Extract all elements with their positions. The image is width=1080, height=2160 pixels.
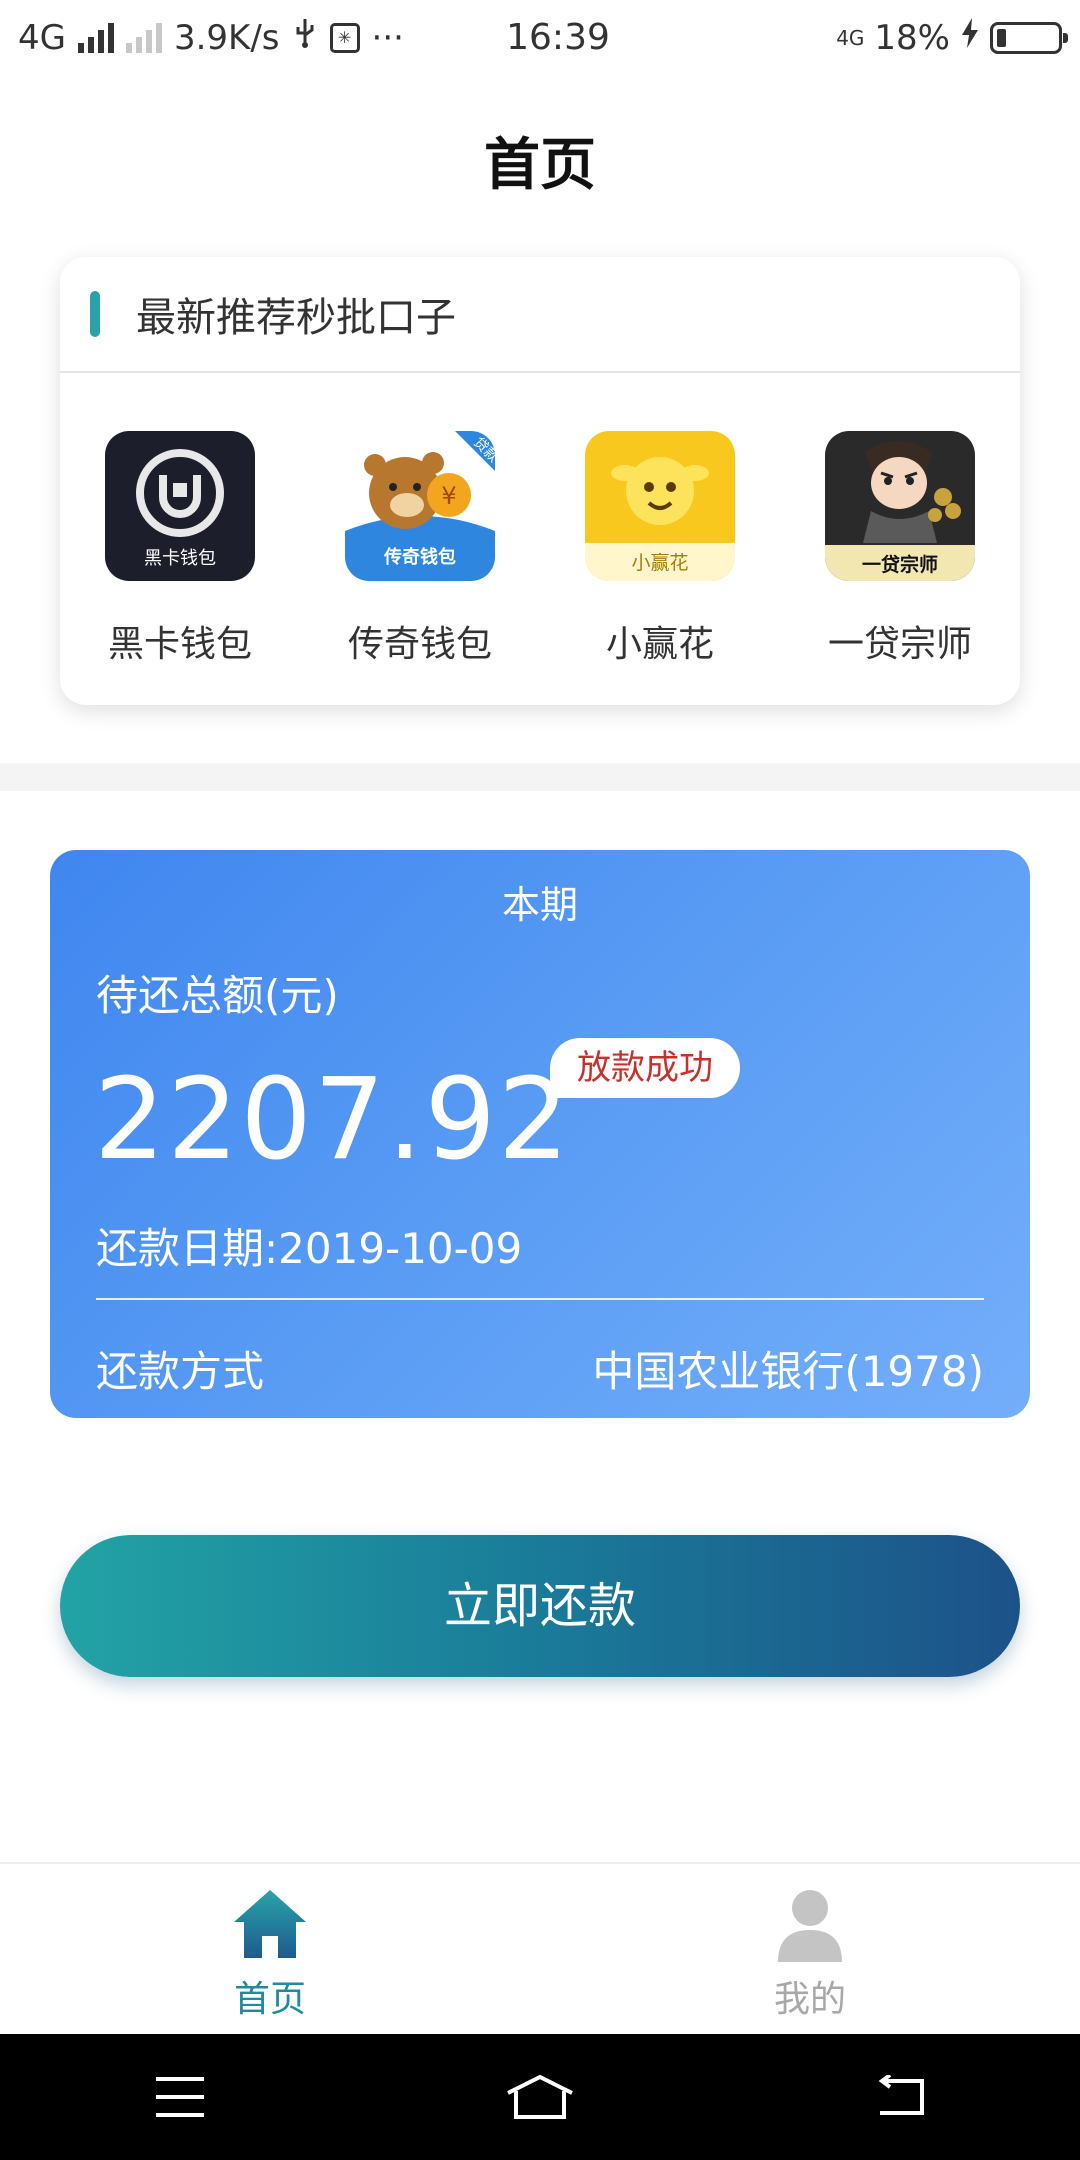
page-title: 首页 [484,133,596,198]
coin-text: ¥ [441,482,456,510]
accent-bar [90,291,100,337]
clock: 16:39 [506,17,610,58]
recommend-title: 最新推荐秒批口子 [136,295,456,341]
signal-icon [77,22,114,53]
app-label: 传奇钱包 [347,624,492,665]
icon-text: 黑卡钱包 [144,548,216,569]
tab-home[interactable]: 首页 [0,1864,540,2034]
icon-text: 一贷宗师 [862,553,938,576]
icon-text: 传奇钱包 [383,546,456,568]
charging-icon [960,17,980,58]
network-type: 4G [18,17,66,58]
amount-value: 2207.92 [94,1055,572,1185]
yidai-master-character-icon: 一贷宗师 [825,431,975,581]
status-bar: 4G 3.9K/s ✳ ··· 16:39 4G 18% [0,0,1080,75]
profile-icon [778,1890,842,1962]
usb-debug-icon: ✳ [329,22,360,53]
divider [96,1298,984,1300]
repay-now-button[interactable]: 立即还款 [60,1535,1020,1677]
app-label: 小赢花 [605,624,714,665]
more-notifications: ··· [371,17,404,58]
home-icon [234,1890,306,1958]
icon-text: 小赢花 [631,552,688,574]
app-item-chuanqi[interactable]: 贷款 ¥ 传奇钱包 传奇钱包 [310,431,530,667]
bill-card: 本期 待还总额(元) 2207.92 放款成功 还款日期:2019-10-09 … [50,850,1030,1418]
screen: 4G 3.9K/s ✳ ··· 16:39 4G 18% 首页 最新推荐秒批口子… [0,0,1080,2160]
app-item-yidai[interactable]: 一贷宗师 一贷宗师 [790,431,1010,667]
payment-method-label: 还款方式 [96,1347,265,1396]
app-list: 黑卡钱包 黑卡钱包 贷款 ¥ 传奇钱包 传奇钱包 小赢花 小赢花 一贷宗师 一贷… [60,373,1020,667]
legend-wallet-bear-icon: 贷款 ¥ 传奇钱包 [345,431,495,581]
home-key-icon[interactable] [500,2067,580,2127]
tab-bar: 首页 我的 [0,1862,1080,2034]
recommend-header: 最新推荐秒批口子 [60,257,1020,373]
status-left: 4G 3.9K/s ✳ ··· [18,17,488,58]
black-card-wallet-icon: 黑卡钱包 [105,431,255,581]
battery-percent: 18% [874,17,950,58]
recommend-card: 最新推荐秒批口子 黑卡钱包 黑卡钱包 贷款 ¥ 传奇钱包 传奇钱包 小赢花 小赢… [60,257,1020,705]
app-label: 黑卡钱包 [107,624,252,665]
system-nav-bar [0,2034,1080,2160]
battery-icon [990,21,1068,54]
amount-label: 待还总额(元) [96,971,339,1020]
status-badge: 放款成功 [550,1038,740,1098]
menu-icon[interactable] [140,2067,220,2127]
bill-period: 本期 [501,883,578,927]
network-speed: 3.9K/s [173,17,280,58]
tab-label: 我的 [773,1979,846,2020]
tab-label: 首页 [233,1979,306,2020]
section-divider [0,763,1080,791]
app-item-heika[interactable]: 黑卡钱包 黑卡钱包 [70,431,290,667]
xiaoyinghua-cow-icon: 小赢花 [585,431,735,581]
signal-2-icon [125,22,162,53]
back-icon[interactable] [860,2067,940,2127]
due-date: 还款日期:2019-10-09 [96,1224,523,1273]
app-label: 一贷宗师 [827,624,972,665]
usb-icon [292,17,318,58]
tab-profile[interactable]: 我的 [540,1864,1080,2034]
app-item-xiaoyinghua[interactable]: 小赢花 小赢花 [550,431,770,667]
network-type-right: 4G [836,25,865,50]
status-right: 4G 18% [836,17,1068,58]
payment-bank[interactable]: 中国农业银行(1978) [592,1338,984,1399]
